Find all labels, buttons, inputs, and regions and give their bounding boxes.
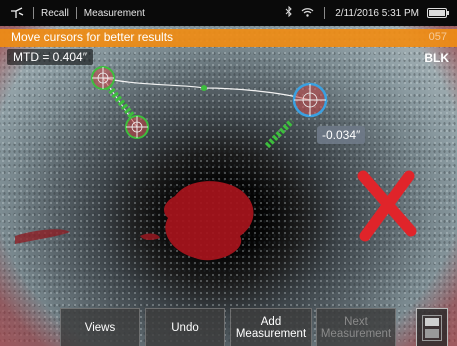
color-mode-label: BLK xyxy=(424,51,449,65)
next-label-line2: Measurement xyxy=(320,327,392,340)
next-label-line1: Next xyxy=(344,315,368,328)
undo-button[interactable]: Undo xyxy=(145,308,225,346)
recall-link[interactable]: Recall xyxy=(41,8,69,19)
datetime-label: 2/11/2016 5:31 PM xyxy=(335,7,419,19)
status-bar: Recall Measurement 2/11/2016 5:31 PM xyxy=(0,0,457,26)
inspection-screen: Recall Measurement 2/11/2016 5:31 PM Mov… xyxy=(0,0,457,346)
add-measurement-button[interactable]: Add Measurement xyxy=(230,308,312,346)
menu-icon xyxy=(422,315,442,341)
views-label: Views xyxy=(84,321,116,334)
status-divider xyxy=(324,7,326,19)
views-button[interactable]: Views xyxy=(60,308,140,346)
undo-label: Undo xyxy=(171,321,199,334)
hint-banner: Move cursors for better results 057 xyxy=(0,29,457,47)
cursor-measurement-active[interactable] xyxy=(292,82,328,118)
add-label-line2: Measurement xyxy=(235,327,307,340)
mode-label: Measurement xyxy=(83,7,145,19)
invalid-x-icon xyxy=(357,170,417,242)
image-number: 057 xyxy=(428,31,447,43)
next-measurement-button[interactable]: Next Measurement xyxy=(316,308,396,346)
status-divider xyxy=(33,7,34,19)
cursor-reference-1[interactable] xyxy=(91,66,115,90)
cursor-layer xyxy=(91,66,417,242)
probe-logo-icon xyxy=(8,7,26,19)
hint-message: Move cursors for better results xyxy=(11,30,174,44)
depth-value-badge: -0.034″ xyxy=(317,126,366,144)
cursor-reference-2[interactable] xyxy=(125,115,149,139)
status-right: 2/11/2016 5:31 PM xyxy=(285,0,449,26)
soft-key-toolbar: Views Undo Add Measurement Next Measurem… xyxy=(0,306,457,346)
menu-toggle-button[interactable] xyxy=(416,308,448,346)
status-divider xyxy=(75,7,77,19)
battery-icon xyxy=(427,8,449,18)
add-label-line1: Add xyxy=(260,315,282,328)
wifi-icon xyxy=(301,7,314,20)
bluetooth-icon xyxy=(285,5,293,20)
mtd-readout: MTD = 0.404″ xyxy=(7,49,93,65)
